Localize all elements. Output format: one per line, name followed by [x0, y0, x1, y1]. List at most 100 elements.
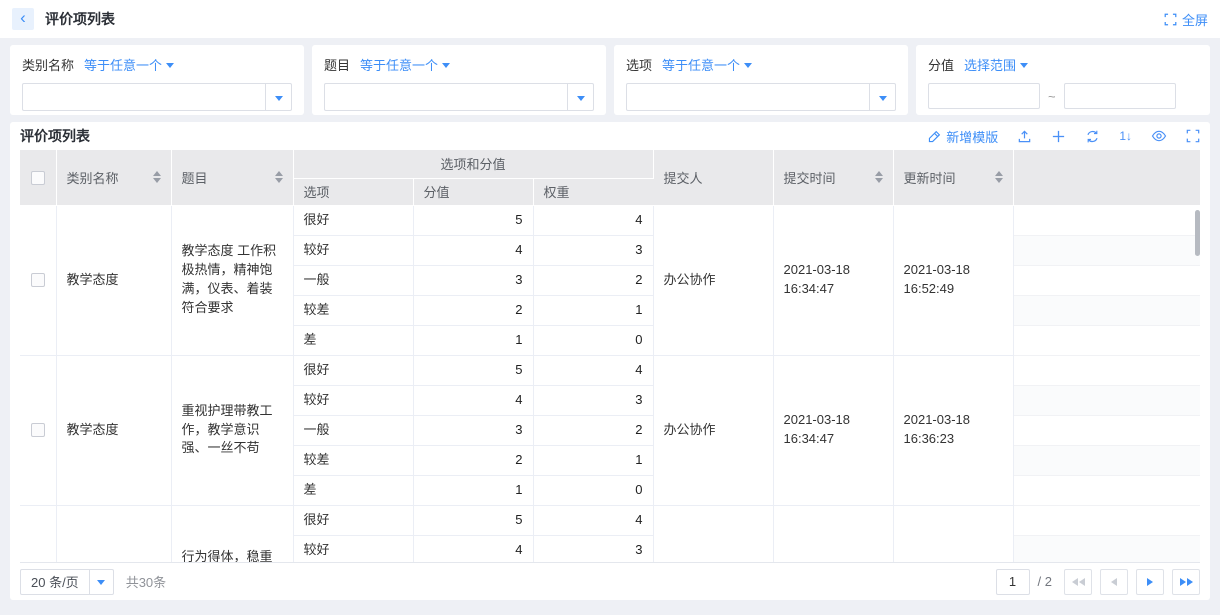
- back-button[interactable]: ‹: [12, 8, 34, 30]
- option-cell: 较差: [293, 445, 413, 475]
- submitter-cell: 办公协作: [653, 205, 773, 355]
- question-filter-select[interactable]: [324, 83, 594, 111]
- category-cell: [56, 505, 171, 562]
- score-cell: 1: [413, 325, 533, 355]
- filter-label: 类别名称: [22, 55, 74, 74]
- left-arrow-icon: [1111, 578, 1117, 586]
- sort-icon[interactable]: [153, 171, 161, 183]
- weight-cell: 3: [533, 235, 653, 265]
- filter-operator-link[interactable]: 等于任意一个: [360, 55, 450, 74]
- option-cell: 差: [293, 475, 413, 505]
- question-cell: 教学态度 工作积极热情，精神饱满，仪表、着装符合要求: [171, 205, 293, 355]
- weight-cell: 1: [533, 445, 653, 475]
- range-separator: ~: [1048, 89, 1056, 104]
- double-right-arrow-icon: [1180, 578, 1193, 586]
- table-fullscreen-icon[interactable]: [1186, 129, 1200, 143]
- score-cell: 2: [413, 295, 533, 325]
- empty-cell: [1013, 265, 1200, 295]
- column-header-weight: 权重: [533, 178, 653, 205]
- submit-time-cell: [773, 505, 893, 562]
- update-time-cell: 2021-03-18 16:52:49: [893, 205, 1013, 355]
- empty-cell: [1013, 475, 1200, 505]
- sort-icon[interactable]: [995, 171, 1003, 183]
- select-all-cell: [20, 150, 56, 205]
- new-template-label: 新增模版: [946, 127, 998, 146]
- page-fullscreen-button[interactable]: 全屏: [1164, 10, 1208, 29]
- empty-cell: [1013, 385, 1200, 415]
- next-page-button[interactable]: [1136, 569, 1164, 595]
- add-icon[interactable]: [1051, 129, 1066, 144]
- score-cell: 4: [413, 235, 533, 265]
- score-cell: 4: [413, 535, 533, 562]
- score-cell: 1: [413, 475, 533, 505]
- table-body: 教学态度教学态度 工作积极热情，精神饱满，仪表、着装符合要求很好54办公协作20…: [20, 205, 1200, 562]
- sort-icon[interactable]: [275, 171, 283, 183]
- filter-label: 分值: [928, 55, 954, 74]
- select-arrow[interactable]: [567, 84, 593, 110]
- filter-card-question: 题目 等于任意一个: [312, 45, 606, 115]
- option-cell: 较好: [293, 535, 413, 562]
- column-header-submitter: 提交人: [653, 150, 773, 205]
- filter-operator-link[interactable]: 等于任意一个: [84, 55, 174, 74]
- column-header-empty: [1013, 150, 1200, 205]
- filter-label: 选项: [626, 55, 652, 74]
- page-fullscreen-label: 全屏: [1182, 10, 1208, 29]
- option-cell: 一般: [293, 415, 413, 445]
- option-cell: 较好: [293, 385, 413, 415]
- select-arrow[interactable]: [89, 570, 113, 594]
- chevron-down-icon: [275, 96, 283, 101]
- weight-cell: 4: [533, 205, 653, 235]
- score-cell: 4: [413, 385, 533, 415]
- row-checkbox-cell: [20, 205, 56, 355]
- filter-label: 题目: [324, 55, 350, 74]
- column-visibility-eye-icon[interactable]: [1151, 128, 1167, 144]
- select-arrow[interactable]: [265, 84, 291, 110]
- update-time-cell: 2021-03-18 16:36:23: [893, 355, 1013, 505]
- prev-page-button[interactable]: [1100, 569, 1128, 595]
- panel-title: 评价项列表: [20, 126, 90, 146]
- category-filter-select[interactable]: [22, 83, 292, 111]
- current-page-input[interactable]: [996, 569, 1030, 595]
- option-cell: 较差: [293, 295, 413, 325]
- column-header-category[interactable]: 类别名称: [56, 150, 171, 205]
- export-icon[interactable]: [1017, 129, 1032, 144]
- list-panel: 评价项列表 新增模版 1↓: [10, 122, 1210, 600]
- sort-icon[interactable]: [875, 171, 883, 183]
- row-checkbox[interactable]: [31, 273, 45, 287]
- row-height-icon[interactable]: 1↓: [1119, 129, 1132, 143]
- column-header-question[interactable]: 题目: [171, 150, 293, 205]
- vertical-scrollbar-thumb[interactable]: [1195, 210, 1200, 256]
- filter-bar: 类别名称 等于任意一个 题目 等于任意一个 选项 等于任意一个: [10, 45, 1210, 115]
- column-header-update-time[interactable]: 更新时间: [893, 150, 1013, 205]
- double-left-arrow-icon: [1072, 578, 1085, 586]
- last-page-button[interactable]: [1172, 569, 1200, 595]
- total-count-label: 共30条: [126, 572, 166, 591]
- chevron-down-icon: [442, 63, 450, 68]
- column-header-submit-time[interactable]: 提交时间: [773, 150, 893, 205]
- row-checkbox[interactable]: [31, 423, 45, 437]
- refresh-icon[interactable]: [1085, 129, 1100, 144]
- score-cell: 3: [413, 265, 533, 295]
- chevron-down-icon: [879, 96, 887, 101]
- option-filter-select[interactable]: [626, 83, 896, 111]
- first-page-button[interactable]: [1064, 569, 1092, 595]
- empty-cell: [1013, 445, 1200, 475]
- option-cell: 一般: [293, 265, 413, 295]
- option-cell: 较好: [293, 235, 413, 265]
- top-bar: ‹ 评价项列表 全屏: [0, 0, 1220, 38]
- filter-operator-link[interactable]: 等于任意一个: [662, 55, 752, 74]
- empty-cell: [1013, 325, 1200, 355]
- submit-time-cell: 2021-03-18 16:34:47: [773, 355, 893, 505]
- score-cell: 2: [413, 445, 533, 475]
- page-size-select[interactable]: 20 条/页: [20, 569, 114, 595]
- new-template-button[interactable]: 新增模版: [927, 127, 998, 146]
- filter-operator-link[interactable]: 选择范围: [964, 55, 1028, 74]
- score-max-input[interactable]: [1064, 83, 1176, 109]
- edit-pencil-icon: [927, 129, 942, 144]
- score-min-input[interactable]: [928, 83, 1040, 109]
- table-row: 教学态度重视护理带教工作，教学意识强、一丝不苟很好54办公协作2021-03-1…: [20, 355, 1200, 385]
- select-all-checkbox[interactable]: [31, 171, 45, 185]
- empty-cell: [1013, 505, 1200, 535]
- weight-cell: 2: [533, 415, 653, 445]
- select-arrow[interactable]: [869, 84, 895, 110]
